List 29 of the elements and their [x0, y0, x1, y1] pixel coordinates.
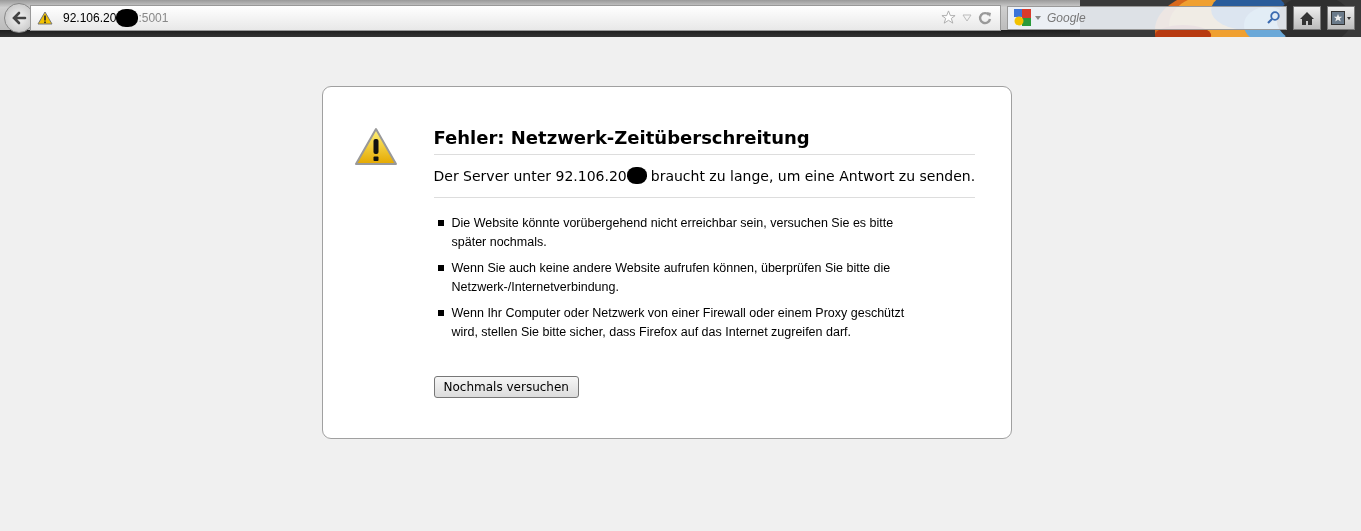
redaction-mark: [116, 8, 139, 27]
bullet-icon: [437, 265, 444, 271]
bullet-icon: [437, 220, 444, 226]
bookmarks-button[interactable]: [1327, 5, 1355, 30]
address-bar[interactable]: 92.106.20 :5001: [30, 4, 1001, 31]
bullet-icon: [437, 310, 444, 316]
search-input[interactable]: Google: [1045, 9, 1263, 26]
hint-text: Die Website könnte vorübergehend nicht erreichbar sein, versuchen Sie es bitte später nochmals.: [451, 215, 895, 251]
url-host: 92.106.20: [63, 10, 117, 25]
search-engine-icon[interactable]: [1014, 9, 1031, 26]
reload-icon[interactable]: [978, 10, 992, 25]
back-arrow-icon: [10, 9, 28, 27]
search-field[interactable]: Google: [1007, 5, 1287, 30]
star-icon[interactable]: [941, 10, 956, 25]
error-description: braucht zu lange, um eine Antwort zu senden.: [650, 167, 976, 184]
home-button[interactable]: [1293, 5, 1321, 30]
redaction-mark: [626, 167, 647, 184]
warning-icon: [353, 127, 398, 167]
warning-icon: [37, 10, 53, 25]
url-port: :5001: [138, 10, 169, 25]
bookmark-star-icon: [1331, 10, 1351, 25]
caret-icon[interactable]: [1035, 15, 1041, 20]
error-description: Der Server unter 92.106.20: [433, 167, 627, 184]
hint-text: Wenn Ihr Computer oder Netzwerk von einer Firewall oder einem Proxy geschützt wird, stellen Sie bitte sicher, dass Firefox auf das Internet zugreifen darf.: [451, 305, 906, 341]
home-icon: [1299, 10, 1315, 25]
hint-text: Wenn Sie auch keine andere Website aufrufen können, überprüfen Sie bitte die Netzwerk-/Internetverbindung.: [451, 260, 892, 296]
retry-button[interactable]: Nochmals versuchen: [433, 376, 579, 398]
search-icon[interactable]: [1267, 11, 1280, 24]
error-title: Fehler: Netzwerk-Zeitüberschreitung: [433, 127, 976, 155]
